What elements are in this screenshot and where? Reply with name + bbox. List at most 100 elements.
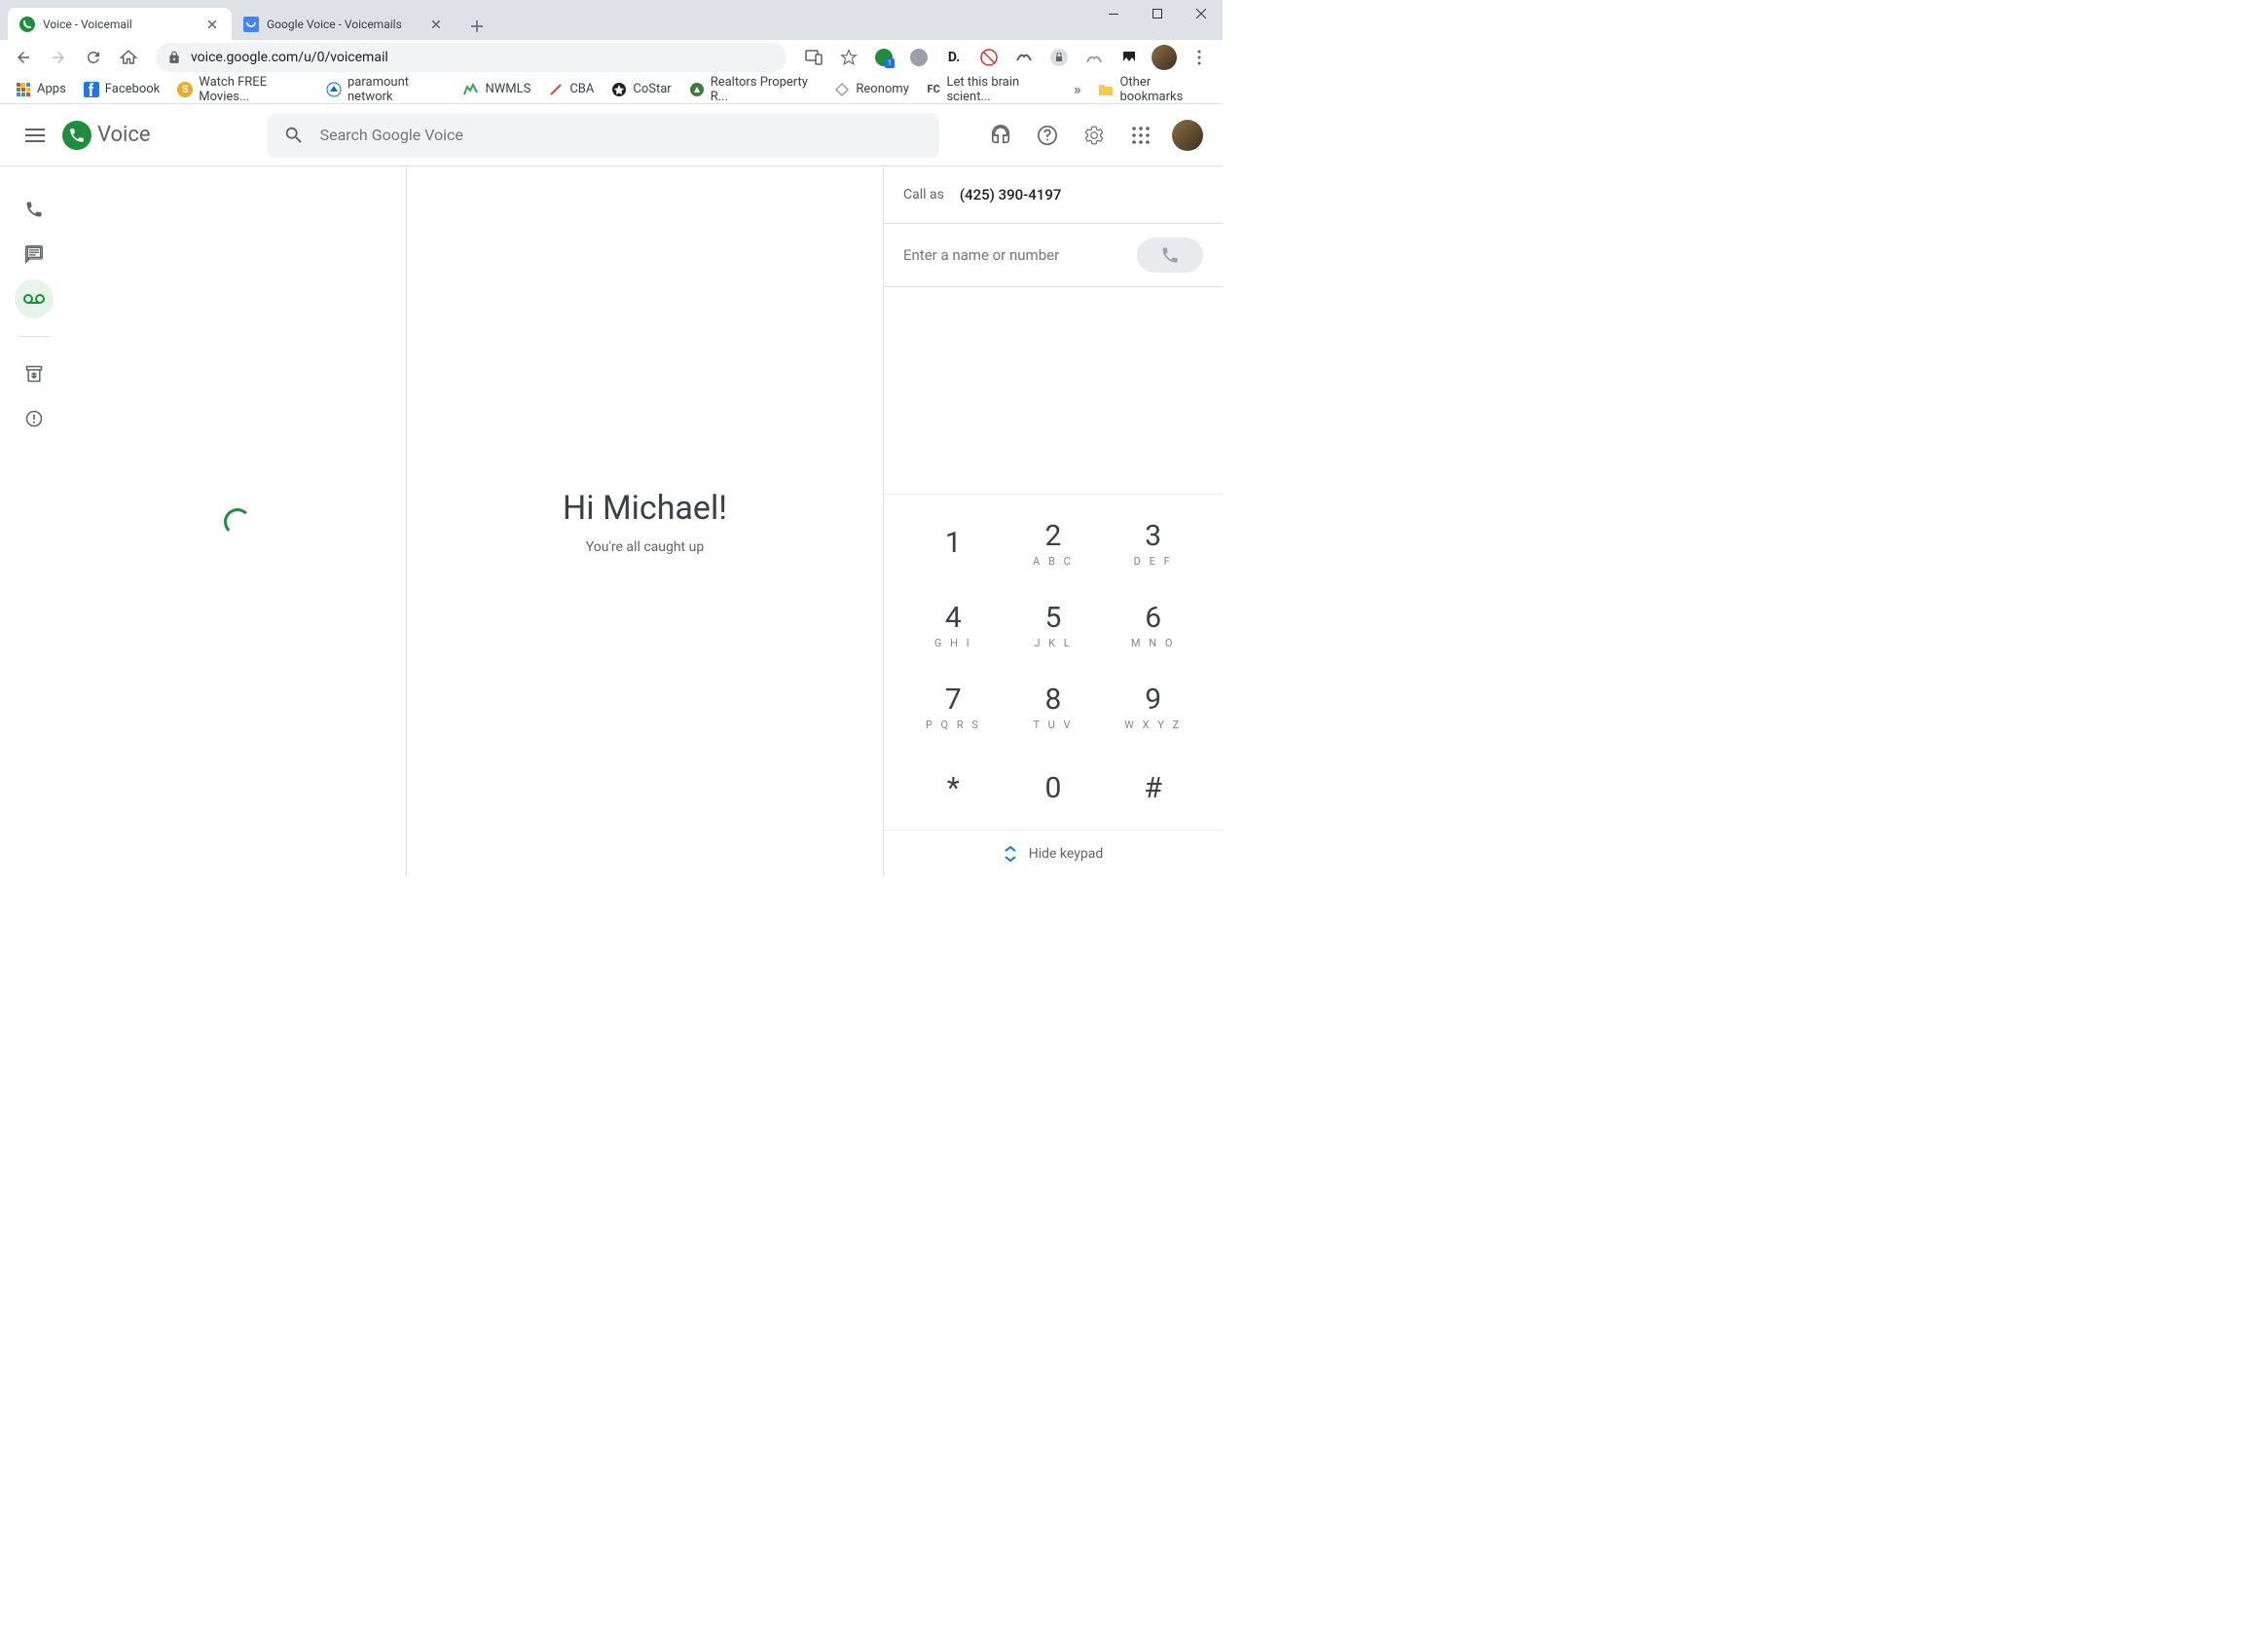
- keypad-key-8[interactable]: 8T U V: [1004, 666, 1104, 748]
- key-num: 2: [1045, 519, 1062, 553]
- keypad-key-4[interactable]: 4G H I: [903, 584, 1004, 666]
- search-bar[interactable]: [268, 113, 939, 158]
- key-letters: J K L: [1034, 637, 1072, 649]
- bookmark-label: Let this brain scient...: [946, 75, 1055, 104]
- dialer-pane: Call as (425) 390-4197 1 2A B C 3D E F 4…: [884, 166, 1223, 876]
- bookmarks-overflow[interactable]: »: [1066, 76, 1089, 102]
- app-name: Voice: [97, 123, 151, 147]
- keypad-key-1[interactable]: 1: [903, 502, 1004, 584]
- tab-strip: Voice - Voicemail Google Voice - Voicema…: [0, 8, 1223, 40]
- bookmark-costar[interactable]: CoStar: [604, 78, 678, 101]
- dialer-spacer: [884, 287, 1223, 495]
- back-button[interactable]: [8, 42, 39, 73]
- extension-noscript-icon[interactable]: [975, 44, 1003, 71]
- omnibox[interactable]: voice.google.com/u/0/voicemail: [156, 43, 786, 72]
- call-as-number[interactable]: (425) 390-4197: [960, 186, 1062, 203]
- forward-button[interactable]: [43, 42, 74, 73]
- window-minimize-button[interactable]: [1091, 0, 1135, 27]
- dial-input[interactable]: [903, 246, 1125, 264]
- other-bookmarks-label: Other bookmarks: [1119, 75, 1207, 104]
- help-button[interactable]: [1028, 116, 1067, 155]
- voice-logo[interactable]: Voice: [62, 121, 151, 150]
- bookmark-star-icon[interactable]: [835, 44, 862, 71]
- send-to-device-icon[interactable]: [800, 44, 827, 71]
- key-num: 6: [1145, 601, 1161, 635]
- bookmark-paramount[interactable]: paramount network: [318, 71, 454, 108]
- key-num: 8: [1045, 683, 1062, 717]
- bookmark-movies[interactable]: S Watch FREE Movies...: [169, 71, 316, 108]
- new-tab-button[interactable]: [463, 13, 491, 40]
- hamburger-menu-button[interactable]: [16, 116, 55, 155]
- call-button[interactable]: [1137, 238, 1203, 273]
- facebook-icon: [84, 82, 99, 97]
- key-letters: M N O: [1131, 637, 1175, 649]
- keypad-key-0[interactable]: 0: [1004, 748, 1104, 830]
- google-apps-button[interactable]: [1121, 116, 1160, 155]
- call-as-row: Call as (425) 390-4197: [884, 166, 1223, 224]
- keypad-key-7[interactable]: 7 P Q R S: [903, 666, 1004, 748]
- home-button[interactable]: [113, 42, 144, 73]
- nav-archive[interactable]: [15, 354, 54, 393]
- call-as-label: Call as: [903, 187, 944, 203]
- voice-logo-icon: [62, 121, 91, 150]
- voice-app: Voice Hi Michael! You: [0, 104, 1223, 876]
- profile-avatar[interactable]: [1151, 44, 1178, 71]
- other-bookmarks[interactable]: Other bookmarks: [1090, 71, 1215, 108]
- key-num: #: [1144, 771, 1161, 805]
- extension-voice-icon[interactable]: 1: [870, 44, 897, 71]
- extension-nord-icon[interactable]: [1080, 44, 1108, 71]
- realtors-icon: [689, 82, 705, 97]
- bookmark-label: CBA: [569, 82, 594, 96]
- extension-d-icon[interactable]: D.: [940, 44, 968, 71]
- account-avatar[interactable]: [1168, 116, 1207, 155]
- bookmark-label: Facebook: [105, 82, 160, 96]
- key-num: 5: [1045, 601, 1062, 635]
- browser-tab-voice[interactable]: Voice - Voicemail: [8, 8, 232, 40]
- bookmark-cba[interactable]: CBA: [540, 78, 602, 101]
- bookmark-realtors[interactable]: Realtors Property R...: [681, 71, 825, 108]
- bookmark-label: Watch FREE Movies...: [199, 75, 309, 104]
- browser-tab-voicemails[interactable]: Google Voice - Voicemails: [232, 8, 456, 40]
- bookmark-facebook[interactable]: Facebook: [76, 78, 167, 101]
- bookmark-brain[interactable]: FCLet this brain scient...: [919, 71, 1064, 108]
- extension-lock-icon[interactable]: [1045, 44, 1073, 71]
- reonomy-icon: [834, 82, 850, 97]
- extension-ublock-icon[interactable]: [905, 44, 933, 71]
- headset-button[interactable]: [981, 116, 1020, 155]
- tab-close-icon[interactable]: [428, 17, 444, 32]
- keypad-key-9[interactable]: 9W X Y Z: [1103, 666, 1203, 748]
- window-maximize-button[interactable]: [1135, 0, 1179, 27]
- nav-messages[interactable]: [15, 235, 54, 274]
- keypad-key-star[interactable]: *: [903, 748, 1004, 830]
- dial-input-row: [884, 224, 1223, 287]
- key-num: 7: [945, 683, 962, 717]
- paramount-icon: [326, 82, 342, 97]
- key-num: *: [947, 771, 960, 805]
- bookmark-reonomy[interactable]: Reonomy: [826, 78, 916, 101]
- key-num: 0: [1045, 771, 1062, 805]
- hide-keypad-button[interactable]: Hide keypad: [884, 830, 1223, 876]
- bookmark-apps[interactable]: Apps: [8, 78, 74, 101]
- costar-icon: [611, 82, 627, 97]
- bookmark-nwmls[interactable]: NWMLS: [456, 78, 538, 101]
- settings-button[interactable]: [1075, 116, 1114, 155]
- reload-button[interactable]: [78, 42, 109, 73]
- nav-voicemail[interactable]: [15, 279, 54, 318]
- s-icon: S: [177, 82, 193, 97]
- tab-close-icon[interactable]: [204, 17, 220, 32]
- keypad-key-2[interactable]: 2A B C: [1004, 502, 1104, 584]
- nav-divider: [18, 336, 51, 337]
- window-close-button[interactable]: [1179, 0, 1223, 27]
- chrome-menu-button[interactable]: [1184, 42, 1215, 73]
- keypad-key-3[interactable]: 3D E F: [1103, 502, 1203, 584]
- nav-calls[interactable]: [15, 190, 54, 229]
- nav-spam[interactable]: [15, 399, 54, 438]
- keypad-key-6[interactable]: 6 M N O: [1103, 584, 1203, 666]
- extension-wing-icon[interactable]: [1010, 44, 1038, 71]
- keypad-key-hash[interactable]: #: [1103, 748, 1203, 830]
- key-letters: P Q R S: [926, 719, 981, 731]
- extension-malwarebytes-icon[interactable]: [1116, 44, 1143, 71]
- keypad-key-5[interactable]: 5 J K L: [1004, 584, 1104, 666]
- search-input[interactable]: [320, 126, 924, 144]
- bookmark-label: Apps: [37, 82, 66, 96]
